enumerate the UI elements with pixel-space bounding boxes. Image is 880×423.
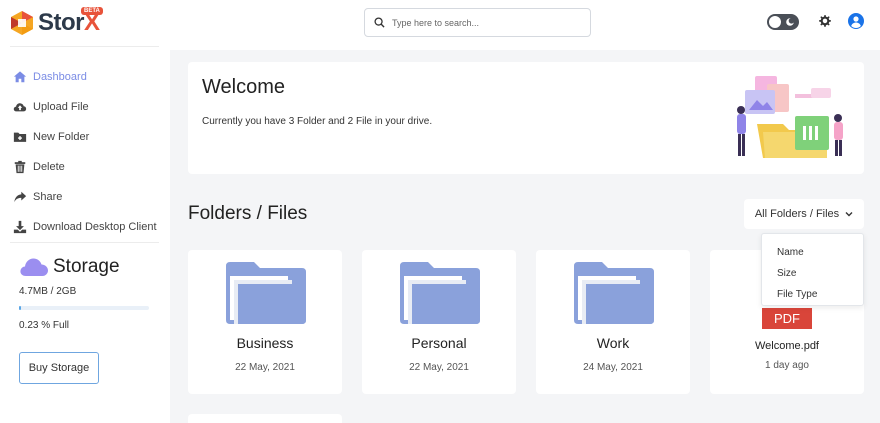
theme-toggle[interactable] xyxy=(767,14,799,30)
item-date: 22 May, 2021 xyxy=(235,362,295,373)
folder-icon xyxy=(574,262,654,324)
sidebar-divider xyxy=(10,46,159,47)
search-box[interactable] xyxy=(364,8,591,37)
sidebar-divider xyxy=(10,242,159,243)
welcome-title: Welcome xyxy=(202,76,285,98)
beta-badge: BETA xyxy=(81,7,103,15)
folder-card-personal[interactable]: Personal 22 May, 2021 xyxy=(362,250,516,394)
dropdown-option-size[interactable]: Size xyxy=(762,263,863,284)
sidebar-item-label: Dashboard xyxy=(33,71,87,83)
pdf-file-icon: PDF xyxy=(762,308,812,329)
storx-logo-icon xyxy=(11,11,33,35)
storage-title: Storage xyxy=(53,256,120,277)
search-icon xyxy=(374,17,385,28)
sidebar-item-delete[interactable]: Delete xyxy=(12,152,157,182)
sidebar-item-download-desktop-client[interactable]: Download Desktop Client xyxy=(12,212,157,242)
sidebar-item-label: Share xyxy=(33,191,63,203)
section-title: Folders / Files xyxy=(188,203,308,224)
storage-percent: 0.23 % Full xyxy=(19,320,70,331)
chevron-down-icon xyxy=(845,212,853,217)
folder-icon xyxy=(226,262,306,324)
sidebar-nav: Dashboard Upload File New Folder Delete … xyxy=(12,62,157,242)
top-bar xyxy=(170,0,880,50)
search-input[interactable] xyxy=(392,17,582,28)
sidebar: StorX BETA Dashboard Upload File New Fol… xyxy=(0,0,170,423)
welcome-text: Currently you have 3 Folder and 2 File i… xyxy=(202,116,433,127)
sidebar-item-label: New Folder xyxy=(33,131,90,143)
folder-card-business[interactable]: Business 22 May, 2021 xyxy=(188,250,342,394)
dropdown-option-name[interactable]: Name xyxy=(762,242,863,263)
sidebar-item-label: Download Desktop Client xyxy=(33,221,157,233)
home-icon xyxy=(12,69,28,85)
gear-icon[interactable] xyxy=(818,14,832,28)
filter-dropdown-menu: Name Size File Type xyxy=(761,233,864,306)
folder-card-partial[interactable] xyxy=(188,414,342,423)
welcome-card: Welcome Currently you have 3 Folder and … xyxy=(188,62,864,174)
folder-icon xyxy=(400,262,480,324)
item-name: Welcome.pdf xyxy=(755,340,819,352)
item-date: 24 May, 2021 xyxy=(583,362,643,373)
sidebar-item-label: Upload File xyxy=(33,101,89,113)
storage-amount: 4.7MB / 2GB xyxy=(19,286,77,297)
toggle-knob xyxy=(769,16,781,28)
dropdown-option-file-type[interactable]: File Type xyxy=(762,284,863,305)
item-date: 22 May, 2021 xyxy=(409,362,469,373)
moon-icon xyxy=(786,18,795,26)
filter-label: All Folders / Files xyxy=(754,208,840,220)
item-name: Work xyxy=(596,335,630,351)
folder-card-work[interactable]: Work 24 May, 2021 xyxy=(536,250,690,394)
storage-panel: Storage 4.7MB / 2GB 0.23 % Full xyxy=(19,256,154,331)
item-name: Personal xyxy=(411,335,467,351)
sidebar-item-upload-file[interactable]: Upload File xyxy=(12,92,157,122)
cloud-upload-icon xyxy=(12,99,28,115)
sidebar-item-share[interactable]: Share xyxy=(12,182,157,212)
storage-progress-bar xyxy=(19,306,149,310)
filter-dropdown-button[interactable]: All Folders / Files xyxy=(744,199,864,229)
buy-storage-button[interactable]: Buy Storage xyxy=(19,352,99,384)
item-name: Business xyxy=(236,335,294,351)
sidebar-item-new-folder[interactable]: New Folder xyxy=(12,122,157,152)
folder-plus-icon xyxy=(12,129,28,145)
download-icon xyxy=(12,219,28,235)
share-icon xyxy=(12,189,28,205)
sidebar-item-label: Delete xyxy=(33,161,65,173)
user-avatar-icon[interactable] xyxy=(848,13,864,29)
storx-logo[interactable]: StorX BETA xyxy=(9,7,103,38)
cloud-icon xyxy=(20,258,48,276)
storage-progress-fill xyxy=(19,306,21,310)
welcome-illustration xyxy=(737,76,843,158)
item-date: 1 day ago xyxy=(765,360,809,371)
trash-icon xyxy=(12,159,28,175)
sidebar-item-dashboard[interactable]: Dashboard xyxy=(12,62,157,92)
